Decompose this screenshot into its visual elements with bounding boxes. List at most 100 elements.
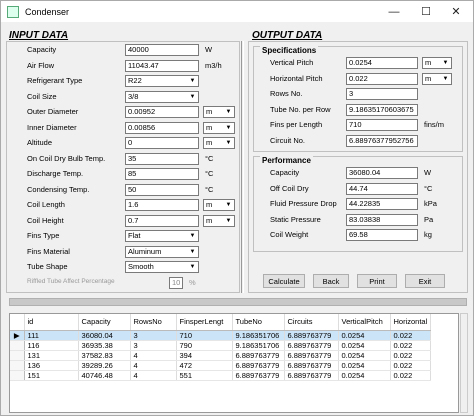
back-button[interactable]: Back bbox=[313, 274, 349, 288]
column-header-verticalpitch[interactable]: VerticalPitch bbox=[338, 314, 391, 331]
table-cell[interactable]: 0.0254 bbox=[338, 360, 391, 371]
table-cell[interactable]: 394 bbox=[176, 350, 233, 361]
coil-length-field[interactable]: 1.6 bbox=[125, 199, 199, 211]
coil-height-unit-select[interactable]: m ▼ bbox=[203, 214, 235, 227]
fins-material-select[interactable]: Aluminum ▼ bbox=[125, 245, 199, 258]
panel-splitter-bar[interactable] bbox=[9, 298, 467, 306]
table-cell[interactable]: 4 bbox=[130, 360, 177, 371]
input-panel: Capacity 40000 W Air Flow 11043.47 m3/h Refrig… bbox=[6, 41, 240, 293]
row-header[interactable] bbox=[10, 360, 25, 371]
outer-diameter-unit-select[interactable]: m ▼ bbox=[203, 106, 235, 118]
table-row[interactable]: 116 36935.38 3 790 9.186351706 6.889763779 0.0… bbox=[10, 340, 431, 351]
inner-diameter-unit-select[interactable]: m ▼ bbox=[203, 121, 235, 134]
table-cell[interactable]: 3 bbox=[130, 340, 177, 351]
row-header[interactable] bbox=[10, 340, 25, 351]
row-header[interactable] bbox=[10, 350, 25, 361]
altitude-unit-select[interactable]: m ▼ bbox=[203, 137, 235, 149]
results-grid[interactable]: id Capacity RowsNo FinsperLengt TubeNo Circui… bbox=[9, 313, 459, 413]
table-cell[interactable]: 0.022 bbox=[390, 330, 431, 341]
off-coil-dry-label: Off Coil Dry bbox=[270, 183, 309, 193]
table-cell[interactable]: 131 bbox=[24, 350, 79, 361]
tube-no-per-row-label: Tube No. per Row bbox=[270, 104, 331, 114]
table-cell[interactable]: 6.889763779 bbox=[284, 330, 339, 341]
table-cell[interactable]: 36080.04 bbox=[78, 330, 131, 341]
grid-corner bbox=[10, 314, 25, 331]
off-coil-dry-unit: °C bbox=[424, 183, 433, 193]
table-cell[interactable]: 6.889763779 bbox=[284, 340, 339, 351]
table-cell[interactable]: 9.186351706 bbox=[232, 340, 285, 351]
table-cell[interactable]: 6.889763779 bbox=[284, 360, 339, 371]
discharge-temp-field[interactable]: 85 bbox=[125, 168, 199, 180]
table-cell[interactable]: 3 bbox=[130, 330, 177, 341]
outer-diameter-field[interactable]: 0.00952 bbox=[125, 106, 199, 118]
table-cell[interactable]: 116 bbox=[24, 340, 79, 351]
table-cell[interactable]: 136 bbox=[24, 360, 79, 371]
table-cell[interactable]: 6.889763779 bbox=[232, 350, 285, 361]
fins-type-select-value: Flat bbox=[128, 231, 141, 240]
table-cell[interactable]: 37582.83 bbox=[78, 350, 131, 361]
table-cell[interactable]: 111 bbox=[24, 330, 79, 341]
app-icon bbox=[7, 5, 19, 18]
minimize-icon[interactable]: — bbox=[379, 1, 409, 22]
table-cell[interactable]: 6.889763779 bbox=[232, 370, 285, 381]
table-cell[interactable]: 0.0254 bbox=[338, 330, 391, 341]
inner-diameter-field[interactable]: 0.00856 bbox=[125, 121, 199, 134]
coil-size-select[interactable]: 3/8 ▼ bbox=[125, 90, 199, 103]
refrigerant-type-select[interactable]: R22 ▼ bbox=[125, 75, 199, 87]
capacity-field[interactable]: 40000 bbox=[125, 44, 199, 56]
table-cell[interactable]: 0.022 bbox=[390, 350, 431, 361]
table-cell[interactable]: 36935.38 bbox=[78, 340, 131, 351]
column-header-id[interactable]: id bbox=[24, 314, 79, 331]
table-cell[interactable]: 4 bbox=[130, 350, 177, 361]
table-row[interactable]: ▶ 111 36080.04 3 710 9.186351706 6.889763779 0.… bbox=[10, 330, 431, 341]
table-row[interactable]: 151 40746.48 4 551 6.889763779 6.889763779 0.0… bbox=[10, 370, 431, 381]
table-cell[interactable]: 0.0254 bbox=[338, 350, 391, 361]
column-header-finsperlengt[interactable]: FinsperLengt bbox=[176, 314, 233, 331]
column-header-capacity[interactable]: Capacity bbox=[78, 314, 131, 331]
condensing-temp-field[interactable]: 50 bbox=[125, 183, 199, 196]
splitter[interactable] bbox=[241, 41, 244, 293]
table-cell[interactable]: 790 bbox=[176, 340, 233, 351]
table-cell[interactable]: 551 bbox=[176, 370, 233, 381]
grid-scrollbar[interactable] bbox=[460, 313, 468, 413]
table-cell[interactable]: 0.022 bbox=[390, 370, 431, 381]
close-icon[interactable]: ✕ bbox=[441, 1, 471, 22]
column-header-circuits[interactable]: Circuits bbox=[284, 314, 339, 331]
maximize-icon[interactable]: ☐ bbox=[411, 1, 441, 22]
chevron-down-icon: ▼ bbox=[442, 60, 449, 66]
table-cell[interactable]: 710 bbox=[176, 330, 233, 341]
column-header-horizontal[interactable]: Horizontal bbox=[390, 314, 431, 331]
table-cell[interactable]: 0.022 bbox=[390, 340, 431, 351]
table-cell[interactable]: 0.0254 bbox=[338, 370, 391, 381]
exit-button[interactable]: Exit bbox=[405, 274, 445, 288]
table-row[interactable]: 136 39289.26 4 472 6.889763779 6.889763779 0.0… bbox=[10, 360, 431, 371]
table-cell[interactable]: 0.022 bbox=[390, 360, 431, 371]
table-cell[interactable]: 40746.48 bbox=[78, 370, 131, 381]
table-row[interactable]: 131 37582.83 4 394 6.889763779 6.889763779 0.0… bbox=[10, 350, 431, 361]
vertical-pitch-unit-select[interactable]: m ▼ bbox=[422, 57, 452, 69]
on-coil-dry-bulb-temp-field[interactable]: 35 bbox=[125, 152, 199, 165]
print-button[interactable]: Print bbox=[357, 274, 397, 288]
table-cell[interactable]: 9.186351706 bbox=[232, 330, 285, 341]
table-cell[interactable]: 6.889763779 bbox=[284, 350, 339, 361]
table-cell[interactable]: 39289.26 bbox=[78, 360, 131, 371]
altitude-field[interactable]: 0 bbox=[125, 137, 199, 149]
horizontal-pitch-unit-select[interactable]: m ▼ bbox=[422, 72, 452, 85]
row-marker-icon[interactable]: ▶ bbox=[10, 330, 25, 341]
table-cell[interactable]: 6.889763779 bbox=[232, 360, 285, 371]
coil-length-unit-select[interactable]: m ▼ bbox=[203, 199, 235, 211]
column-header-rowsno[interactable]: RowsNo bbox=[130, 314, 177, 331]
inner-diameter-unit-value: m bbox=[206, 122, 213, 132]
fins-type-select[interactable]: Flat ▼ bbox=[125, 230, 199, 242]
coil-height-field[interactable]: 0.7 bbox=[125, 214, 199, 227]
air-flow-field[interactable]: 11043.47 bbox=[125, 59, 199, 72]
table-cell[interactable]: 151 bbox=[24, 370, 79, 381]
tube-shape-select[interactable]: Smooth ▼ bbox=[125, 261, 199, 273]
calculate-button[interactable]: Calculate bbox=[263, 274, 305, 288]
row-header[interactable] bbox=[10, 370, 25, 381]
table-cell[interactable]: 472 bbox=[176, 360, 233, 371]
column-header-tubeno[interactable]: TubeNo bbox=[232, 314, 285, 331]
table-cell[interactable]: 0.0254 bbox=[338, 340, 391, 351]
table-cell[interactable]: 6.889763779 bbox=[284, 370, 339, 381]
table-cell[interactable]: 4 bbox=[130, 370, 177, 381]
